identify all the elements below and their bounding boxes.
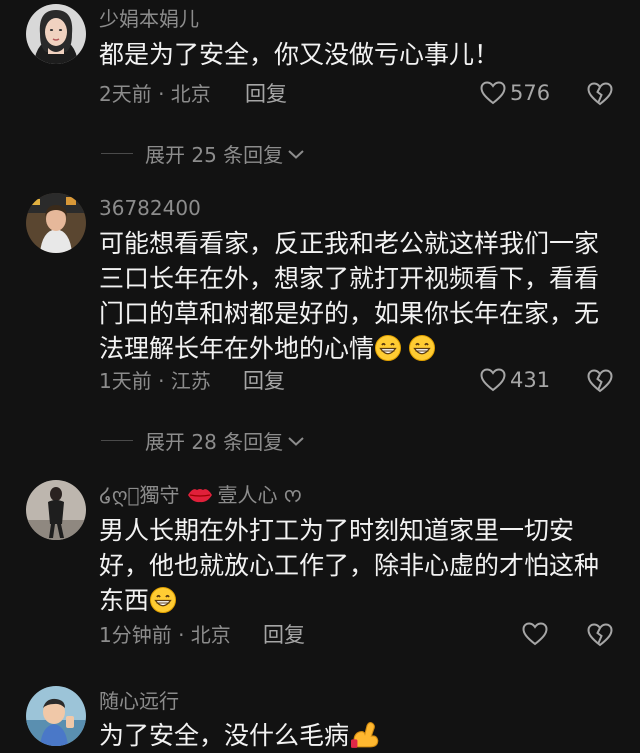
broken-heart-icon [587,623,613,647]
heart-outline-icon [480,368,506,392]
comment-username[interactable]: 随心远行 [99,688,179,714]
like-button[interactable] [522,622,552,646]
comment-text-content: 为了安全，没什么毛病 [99,721,350,750]
comment-meta: 1分钟前 · 北京 [99,623,231,647]
dislike-button[interactable] [587,82,613,110]
expand-replies-label: 展开 25 条回复 [145,143,284,167]
flexed-biceps-icon [351,722,379,748]
comment-text: 可能想看看家，反正我和老公就这样我们一家三口长年在外，想家了就打开视频看下，看看… [99,226,599,366]
dislike-button[interactable] [587,623,613,651]
like-button[interactable]: 431 [480,368,550,392]
dislike-button[interactable] [587,369,613,397]
divider-line [101,153,133,154]
chevron-down-icon [288,436,304,446]
heart-outline-icon [522,622,548,646]
expand-replies-label: 展开 28 条回复 [145,430,284,454]
username-part: 壹人心 [217,483,278,507]
divider-line [101,440,133,441]
reply-button[interactable]: 回复 [243,368,285,394]
comment-username[interactable]: 少娟本娟儿 [99,6,199,32]
grinning-face-icon [150,587,177,613]
avatar[interactable] [26,193,86,253]
like-count: 576 [510,81,551,105]
reply-button[interactable]: 回复 [245,81,287,107]
expand-replies-button[interactable]: 展开 25 条回复 [101,139,305,168]
comment-meta: 2天前 · 北京 [99,82,211,106]
grinning-face-icon [409,335,436,361]
comment-username[interactable]: ໒ღ⃝獨守 壹人心 ᰔ [99,482,302,508]
kiss-lips-icon [187,489,212,503]
comment-meta: 1天前 · 江苏 [99,369,211,393]
comment-username[interactable]: 36782400 [99,195,201,221]
comment-text: 都是为了安全，你又没做亏心事儿！ [99,40,500,69]
grinning-face-icon [375,335,402,361]
username-part: ໒ღ⃝獨守 [99,483,180,507]
expand-replies-button[interactable]: 展开 28 条回复 [101,426,305,455]
chevron-down-icon [288,149,304,159]
broken-heart-icon [587,369,613,393]
heart-outline-icon [480,81,506,105]
comment-text-content: 可能想看看家，反正我和老公就这样我们一家三口长年在外，想家了就打开视频看下，看看… [99,229,600,363]
like-count: 431 [510,368,551,392]
avatar[interactable] [26,480,86,540]
avatar[interactable] [26,4,86,64]
broken-heart-icon [587,82,613,106]
avatar[interactable] [26,686,86,746]
comment-text: 为了安全，没什么毛病 [99,718,609,753]
like-button[interactable]: 576 [480,81,550,105]
username-part: ᰔ [283,483,303,507]
reply-button[interactable]: 回复 [263,622,305,648]
comment-text: 男人长期在外打工为了时刻知道家里一切安好，他也就放心工作了，除非心虚的才怕这种东… [99,513,604,618]
